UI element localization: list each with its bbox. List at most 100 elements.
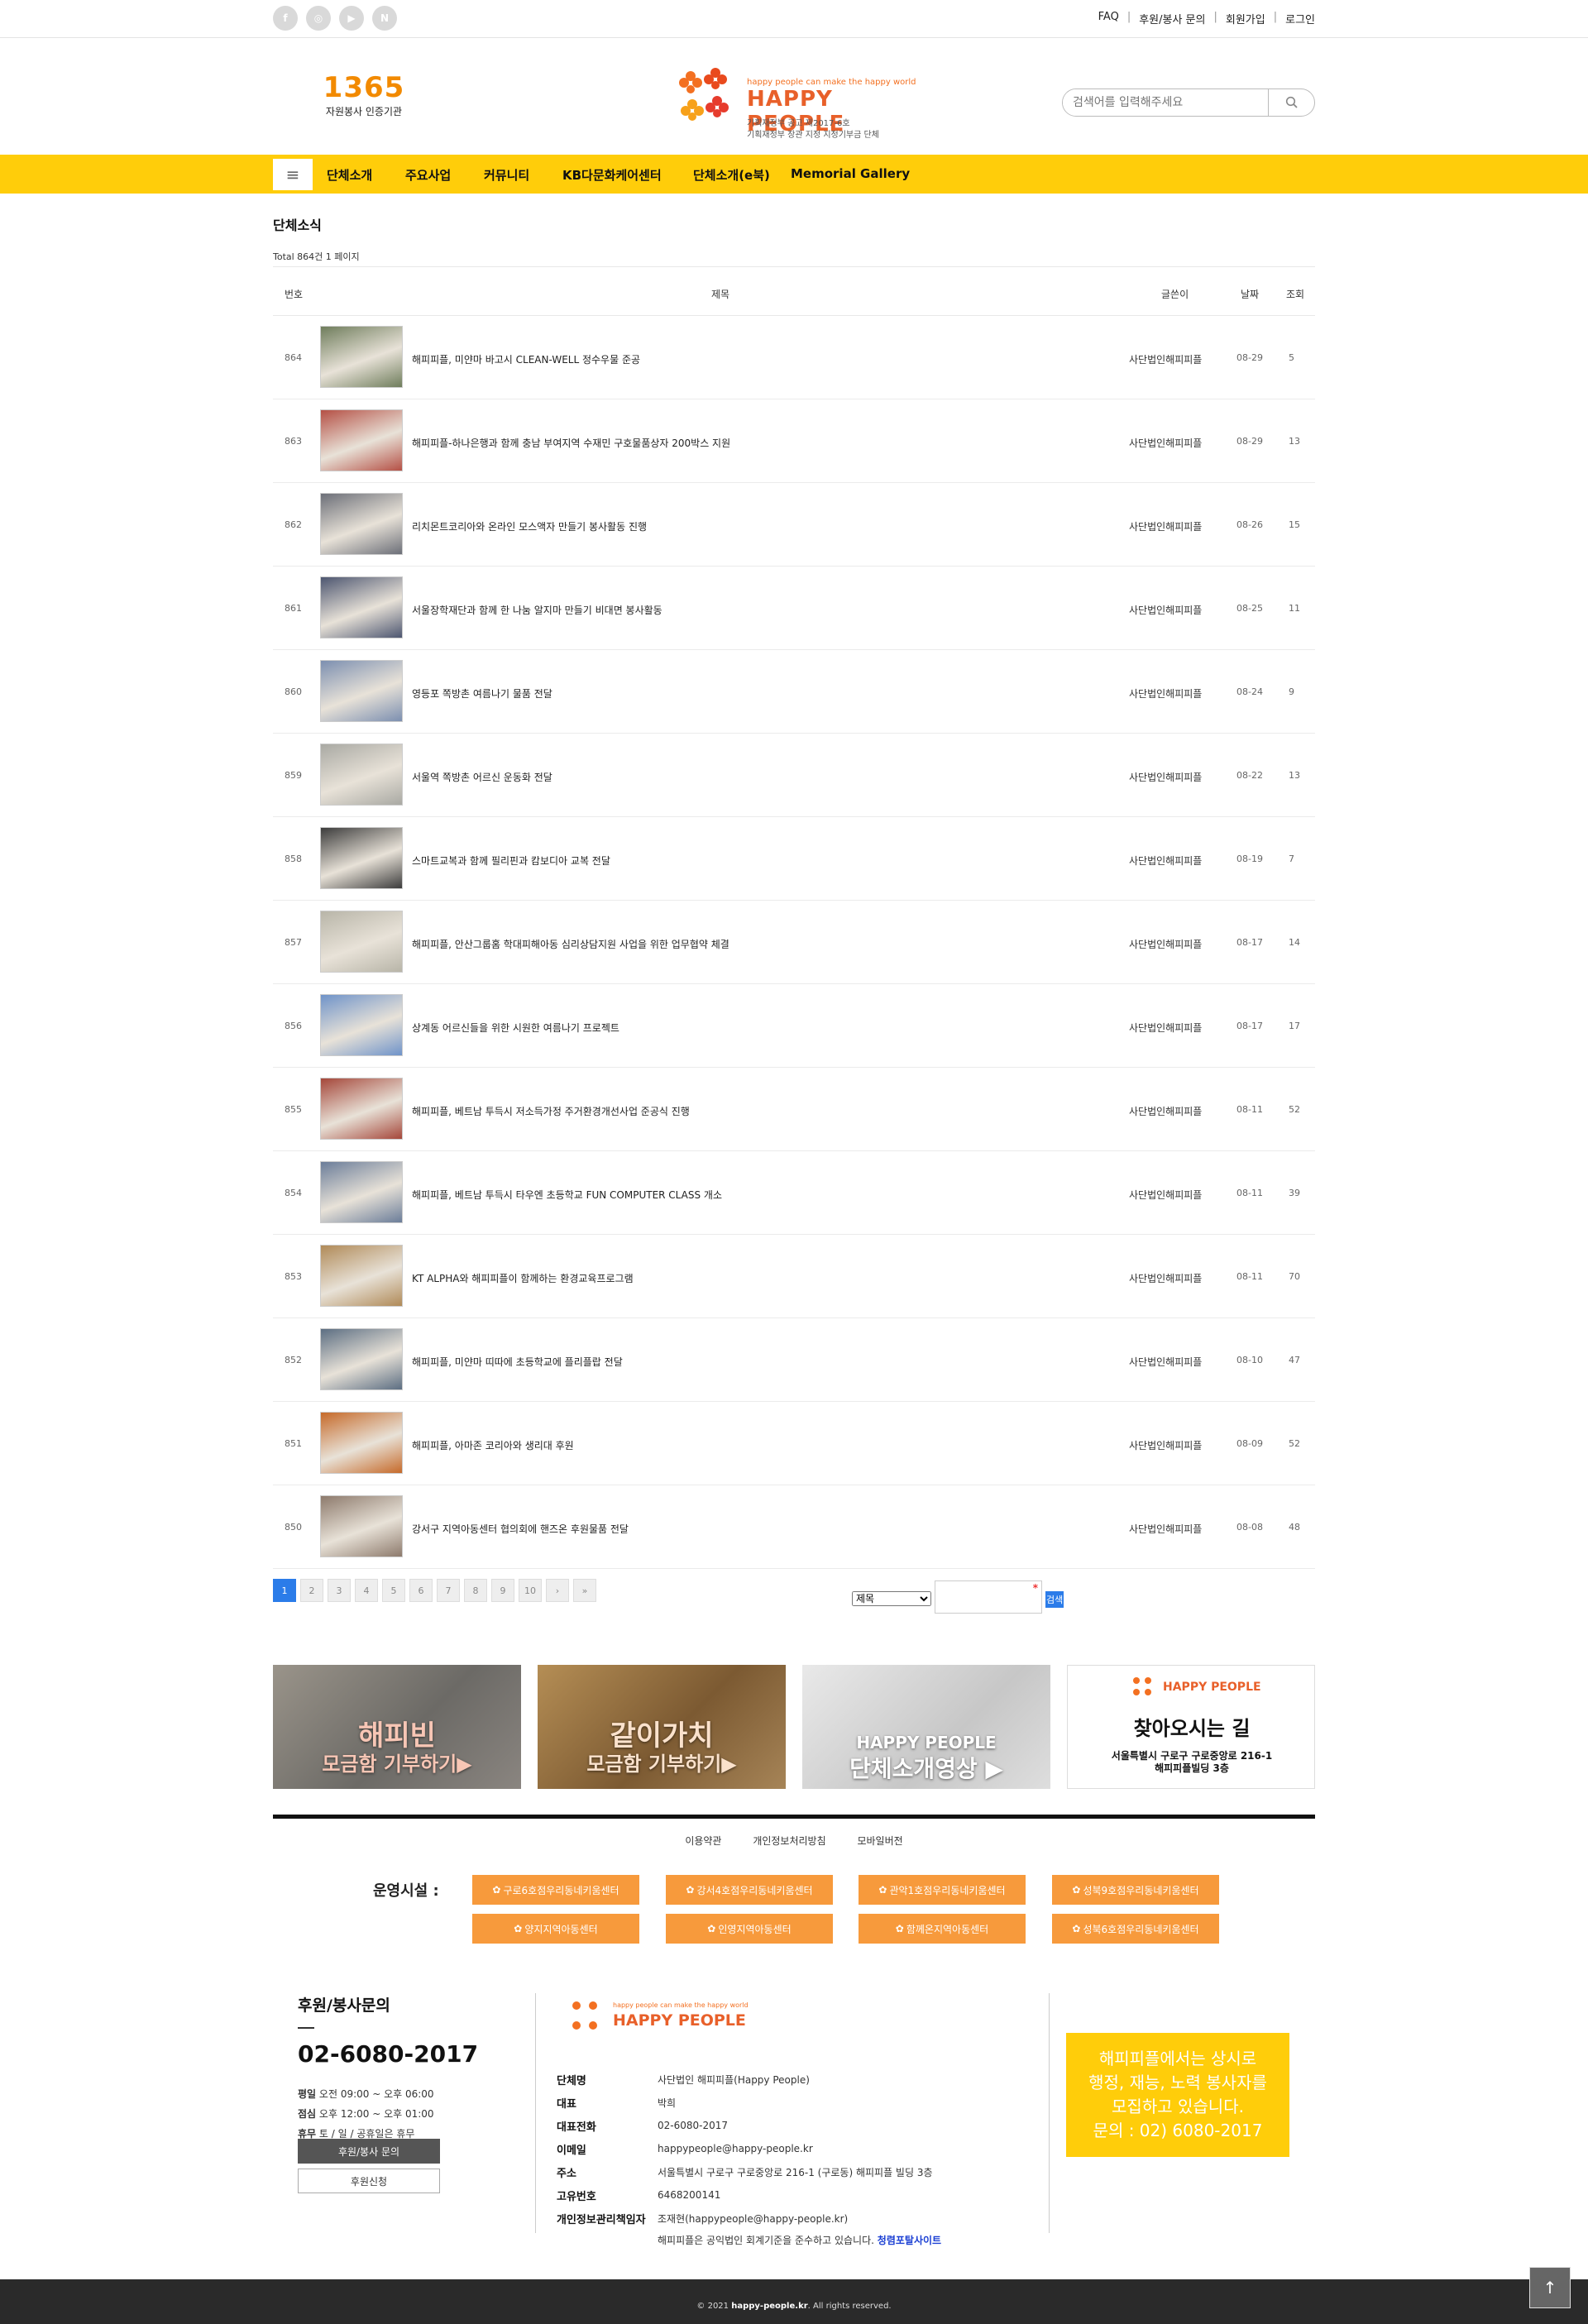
signup-link[interactable]: 회원가입 [1226, 11, 1265, 26]
row-thumbnail[interactable] [320, 326, 403, 388]
faq-link[interactable]: FAQ [1098, 11, 1119, 26]
row-thumbnail[interactable] [320, 576, 403, 638]
facility-button[interactable]: ✿ 함께온지역아동센터 [859, 1914, 1026, 1944]
flower-icon: ✿ [1072, 1884, 1081, 1896]
login-link[interactable]: 로그인 [1285, 11, 1315, 26]
facility-button[interactable]: ✿ 구로6호점우리동네키움센터 [472, 1875, 639, 1905]
page-button[interactable]: 3 [328, 1579, 351, 1602]
row-title[interactable]: 해피피플, 안산그룹홈 학대피해아동 심리상담지원 사업을 위한 업무협약 체결 [412, 937, 729, 951]
row-thumbnail[interactable] [320, 493, 403, 555]
page-button[interactable]: 4 [355, 1579, 378, 1602]
facebook-icon[interactable]: f [273, 6, 298, 31]
row-title[interactable]: 강서구 지역아동센터 협의회에 핸즈온 후원물품 전달 [412, 1522, 629, 1536]
table-row[interactable]: 862 리치몬트코리아와 온라인 모스액자 만들기 봉사활동 진행 사단법인해피피플… [273, 483, 1315, 567]
row-writer: 사단법인해피피플 [1129, 354, 1203, 366]
table-row[interactable]: 859 서울역 쪽방촌 어르신 운동화 전달 사단법인해피피플 08-22 13 [273, 734, 1315, 817]
row-thumbnail[interactable] [320, 1412, 403, 1474]
banner-location[interactable]: HAPPY PEOPLE 찾아오시는 길 서울특별시 구로구 구로중앙로 216… [1067, 1665, 1315, 1789]
facility-button[interactable]: ✿ 성북9호점우리동네키움센터 [1052, 1875, 1219, 1905]
table-row[interactable]: 863 해피피플-하나은행과 함께 충남 부여지역 수재민 구호물품상자 200박… [273, 399, 1315, 483]
terms-link[interactable]: 이용약관 [685, 1835, 721, 1847]
table-row[interactable]: 850 강서구 지역아동센터 협의회에 핸즈온 후원물품 전달 사단법인해피피플 08… [273, 1485, 1315, 1569]
table-row[interactable]: 855 해피피플, 베트남 투득시 저소득가정 주거환경개선사업 준공식 진행 사단… [273, 1068, 1315, 1151]
row-title[interactable]: 해피피플, 미얀마 바고시 CLEAN-WELL 정수우물 준공 [412, 352, 640, 366]
page-button[interactable]: 5 [382, 1579, 405, 1602]
inquiry-link[interactable]: 후원/봉사 문의 [1139, 11, 1205, 26]
logo-1365[interactable]: 1365 자원봉사 인증기관 [323, 73, 405, 118]
next-page-button[interactable]: › [546, 1579, 569, 1602]
table-row[interactable]: 853 KT ALPHA와 해피피플이 함께하는 환경교육프로그램 사단법인해피피플… [273, 1235, 1315, 1318]
banner-gachi[interactable]: 같이가치 모금함 기부하기▶ [538, 1665, 786, 1789]
row-title[interactable]: 서울역 쪽방촌 어르신 운동화 전달 [412, 770, 552, 784]
scroll-top-icon[interactable]: ↑ [1529, 2267, 1571, 2308]
row-thumbnail[interactable] [320, 744, 403, 806]
nav-item-about[interactable]: 단체소개 [327, 166, 372, 184]
facility-button[interactable]: ✿ 인영지역아동센터 [666, 1914, 833, 1944]
row-thumbnail[interactable] [320, 994, 403, 1056]
table-row[interactable]: 854 해피피플, 베트남 투득시 타우엔 초등학교 FUN COMPUTER C… [273, 1151, 1315, 1235]
integrity-portal-link[interactable]: 청렴포탈사이트 [878, 2235, 941, 2246]
row-thumbnail[interactable] [320, 409, 403, 471]
banner-happybean[interactable]: 해피빈 모금함 기부하기▶ [273, 1665, 521, 1789]
table-row[interactable]: 860 영등포 쪽방촌 여름나기 물품 전달 사단법인해피피플 08-24 9 [273, 650, 1315, 734]
table-row[interactable]: 852 해피피플, 미얀마 띠따에 초등학교에 플리플랍 전달 사단법인해피피플 08… [273, 1318, 1315, 1402]
row-thumbnail[interactable] [320, 1495, 403, 1557]
row-title[interactable]: 해피피플, 베트남 투득시 타우엔 초등학교 FUN COMPUTER CLAS… [412, 1188, 722, 1202]
row-thumbnail[interactable] [320, 827, 403, 889]
hamburger-menu-icon[interactable]: ≡ [273, 159, 313, 190]
happy-people-logo[interactable]: happy people can make the happy world HA… [674, 65, 922, 147]
nav-item-memorial[interactable]: Memorial Gallery [791, 166, 910, 181]
row-title[interactable]: KT ALPHA와 해피피플이 함께하는 환경교육프로그램 [412, 1271, 634, 1285]
nav-item-ebook[interactable]: 단체소개(e북) [693, 166, 770, 184]
row-thumbnail[interactable] [320, 1161, 403, 1223]
facility-button[interactable]: ✿ 양지지역아동센터 [472, 1914, 639, 1944]
row-title[interactable]: 스마트교복과 함께 필리핀과 캄보디아 교복 전달 [412, 854, 610, 868]
row-title[interactable]: 상계동 어르신들을 위한 시원한 여름나기 프로젝트 [412, 1021, 619, 1035]
page-button[interactable]: 1 [273, 1579, 296, 1602]
mobile-link[interactable]: 모바일버전 [857, 1835, 902, 1847]
row-title[interactable]: 리치몬트코리아와 온라인 모스액자 만들기 봉사활동 진행 [412, 519, 647, 533]
search-button[interactable] [1268, 89, 1314, 116]
row-thumbnail[interactable] [320, 1078, 403, 1140]
search-field-select[interactable]: 제목 [852, 1591, 931, 1606]
board-search-button[interactable]: 검색 [1045, 1591, 1064, 1608]
page-button[interactable]: 8 [464, 1579, 487, 1602]
nav-item-projects[interactable]: 주요사업 [405, 166, 451, 184]
page-button[interactable]: 10 [519, 1579, 542, 1602]
row-title[interactable]: 영등포 쪽방촌 여름나기 물품 전달 [412, 686, 552, 701]
table-row[interactable]: 861 서울장학재단과 함께 한 나눔 알지마 만들기 비대면 봉사활동 사단법인해… [273, 567, 1315, 650]
last-page-button[interactable]: » [573, 1579, 596, 1602]
row-thumbnail[interactable] [320, 1328, 403, 1390]
nav-item-community[interactable]: 커뮤니티 [484, 166, 529, 184]
board-search-input[interactable]: * [935, 1580, 1042, 1614]
page-button[interactable]: 2 [300, 1579, 323, 1602]
row-title[interactable]: 해피피플, 미얀마 띠따에 초등학교에 플리플랍 전달 [412, 1355, 623, 1369]
page-button[interactable]: 6 [409, 1579, 433, 1602]
row-thumbnail[interactable] [320, 1245, 403, 1307]
row-thumbnail[interactable] [320, 660, 403, 722]
page-button[interactable]: 9 [491, 1579, 514, 1602]
instagram-icon[interactable]: ◎ [306, 6, 331, 31]
row-title[interactable]: 해피피플, 베트남 투득시 저소득가정 주거환경개선사업 준공식 진행 [412, 1104, 690, 1118]
search-input[interactable] [1063, 89, 1268, 116]
inquiry-button[interactable]: 후원/봉사 문의 [298, 2139, 440, 2164]
row-title[interactable]: 해피피플, 아마존 코리아와 생리대 후원 [412, 1438, 574, 1452]
table-row[interactable]: 864 해피피플, 미얀마 바고시 CLEAN-WELL 정수우물 준공 사단법인해… [273, 316, 1315, 399]
row-title[interactable]: 해피피플-하나은행과 함께 충남 부여지역 수재민 구호물품상자 200박스 지… [412, 436, 730, 450]
naver-blog-icon[interactable]: N [372, 6, 397, 31]
apply-button[interactable]: 후원신청 [298, 2169, 440, 2193]
page-button[interactable]: 7 [437, 1579, 460, 1602]
table-row[interactable]: 858 스마트교복과 함께 필리핀과 캄보디아 교복 전달 사단법인해피피플 08-1… [273, 817, 1315, 901]
facility-button[interactable]: ✿ 관악1호점우리동네키움센터 [859, 1875, 1026, 1905]
row-title[interactable]: 서울장학재단과 함께 한 나눔 알지마 만들기 비대면 봉사활동 [412, 603, 662, 617]
row-thumbnail[interactable] [320, 911, 403, 973]
facility-button[interactable]: ✿ 성북6호점우리동네키움센터 [1052, 1914, 1219, 1944]
banner-video[interactable]: HAPPY PEOPLE 단체소개영상 ▶ [802, 1665, 1050, 1789]
facility-button[interactable]: ✿ 강서4호점우리동네키움센터 [666, 1875, 833, 1905]
nav-item-kb-center[interactable]: KB다문화케어센터 [562, 166, 662, 184]
privacy-link[interactable]: 개인정보처리방침 [753, 1835, 825, 1847]
table-row[interactable]: 851 해피피플, 아마존 코리아와 생리대 후원 사단법인해피피플 08-09 52 [273, 1402, 1315, 1485]
table-row[interactable]: 856 상계동 어르신들을 위한 시원한 여름나기 프로젝트 사단법인해피피플 08-… [273, 984, 1315, 1068]
youtube-icon[interactable]: ▶ [339, 6, 364, 31]
table-row[interactable]: 857 해피피플, 안산그룹홈 학대피해아동 심리상담지원 사업을 위한 업무협약… [273, 901, 1315, 984]
